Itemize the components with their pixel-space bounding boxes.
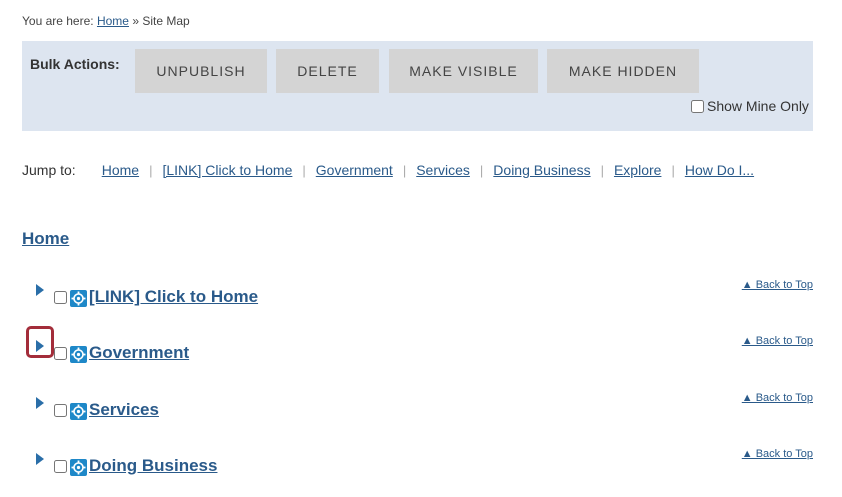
back-to-top-link[interactable]: ▲ Back to Top [742, 448, 813, 460]
show-mine-only[interactable]: Show Mine Only [691, 98, 809, 114]
page-settings-icon [70, 346, 87, 363]
bulk-actions-panel: Bulk Actions: UNPUBLISH DELETE MAKE VISI… [22, 41, 813, 131]
page-settings-icon [70, 290, 87, 307]
delete-button[interactable]: DELETE [276, 49, 379, 93]
show-mine-only-checkbox[interactable] [691, 99, 704, 113]
jump-link-services[interactable]: Services [416, 162, 470, 178]
jump-link-doing-business[interactable]: Doing Business [493, 162, 590, 178]
breadcrumb-separator: » [132, 14, 140, 28]
row-checkbox[interactable] [54, 404, 67, 417]
back-to-top-link[interactable]: ▲ Back to Top [742, 279, 813, 291]
tree-row: Services ▲ Back to Top [22, 392, 813, 425]
breadcrumb: You are here: Home » Site Map [22, 14, 190, 28]
tree-row: Doing Business ▲ Back to Top [22, 448, 813, 481]
jump-link-explore[interactable]: Explore [614, 162, 661, 178]
expand-toggle[interactable] [34, 338, 46, 354]
make-hidden-button[interactable]: MAKE HIDDEN [547, 49, 699, 93]
jump-separator: | [600, 162, 604, 178]
back-to-top-link[interactable]: ▲ Back to Top [742, 392, 813, 404]
breadcrumb-current: Site Map [142, 14, 190, 28]
tree-row: [LINK] Click to Home ▲ Back to Top [22, 279, 813, 312]
page-settings-icon [70, 403, 87, 420]
home-heading-link[interactable]: Home [22, 229, 69, 249]
unpublish-button[interactable]: UNPUBLISH [135, 49, 267, 93]
jump-link-how-do-i[interactable]: How Do I... [685, 162, 754, 178]
tree-row: Government ▲ Back to Top [22, 326, 813, 368]
jump-separator: | [479, 162, 484, 178]
tree-item-link[interactable]: Government [89, 343, 189, 363]
triangle-right-icon [36, 340, 44, 352]
row-checkbox[interactable] [54, 460, 67, 473]
triangle-right-icon [36, 284, 44, 296]
page-settings-icon [70, 459, 87, 476]
breadcrumb-prefix: You are here: [22, 14, 94, 28]
breadcrumb-home-link[interactable]: Home [97, 14, 129, 28]
jump-link-government[interactable]: Government [316, 162, 393, 178]
back-to-top-link[interactable]: ▲ Back to Top [742, 335, 813, 347]
bulk-actions-label: Bulk Actions: [30, 56, 120, 72]
row-checkbox[interactable] [54, 291, 67, 304]
tree-item-link[interactable]: [LINK] Click to Home [89, 287, 258, 307]
jump-separator: | [402, 162, 407, 178]
jump-link-click-to-home[interactable]: [LINK] Click to Home [162, 162, 292, 178]
show-mine-only-label: Show Mine Only [707, 98, 809, 114]
tree-item-link[interactable]: Services [89, 400, 159, 420]
tree-item-link[interactable]: Doing Business [89, 456, 217, 476]
triangle-right-icon [36, 453, 44, 465]
triangle-right-icon [36, 397, 44, 409]
expand-toggle[interactable] [34, 451, 46, 467]
expand-toggle[interactable] [34, 395, 46, 411]
jump-separator: | [671, 162, 675, 178]
jump-separator: | [302, 162, 306, 178]
jump-link-home[interactable]: Home [102, 162, 139, 178]
row-checkbox[interactable] [54, 347, 67, 360]
jump-separator: | [149, 162, 153, 178]
jump-to-label: Jump to: [22, 162, 76, 178]
expand-toggle[interactable] [34, 282, 46, 298]
make-visible-button[interactable]: MAKE VISIBLE [389, 49, 538, 93]
jump-to-nav: Jump to: Home | [LINK] Click to Home | G… [22, 162, 754, 178]
